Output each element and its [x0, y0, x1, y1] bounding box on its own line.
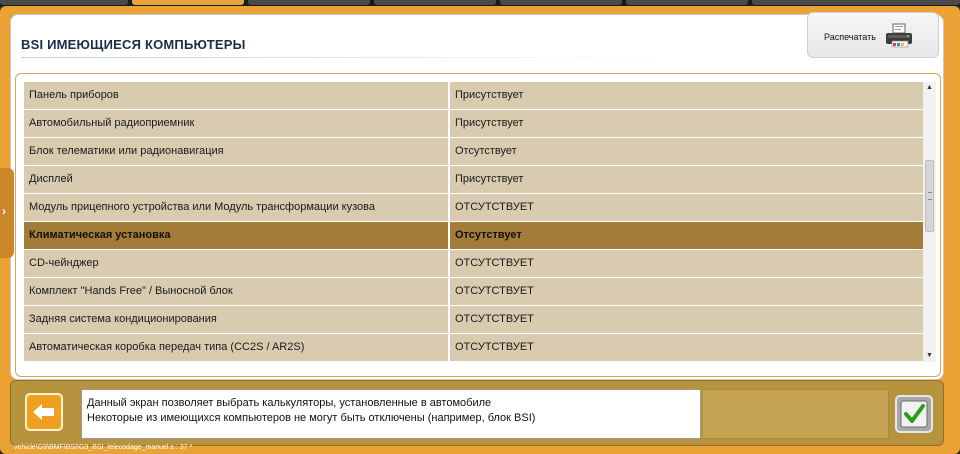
computer-status-cell: ОТСУТСТВУЕТ	[450, 194, 923, 221]
bottom-strip	[703, 389, 889, 439]
computer-status-cell: Присутствует	[450, 166, 923, 193]
table-row[interactable]: Панель приборов Присутствует	[24, 82, 923, 110]
computer-name-cell: Блок телематики или радионавигация	[24, 138, 450, 165]
side-panel-toggle[interactable]: ›	[0, 168, 14, 258]
computers-list: Панель приборов Присутствует Автомобильный…	[15, 73, 941, 377]
table-row[interactable]: Модуль прицепного устройства или Модуль …	[24, 194, 923, 222]
computer-name-cell: Панель приборов	[24, 82, 450, 109]
computer-status-cell: Отсутствует	[450, 222, 923, 249]
computer-status-cell: ОТСУТСТВУЕТ	[450, 250, 923, 277]
top-tab-active[interactable]	[132, 0, 244, 5]
computer-status-cell: ОТСУТСТВУЕТ	[450, 278, 923, 305]
computer-status-cell: ОТСУТСТВУЕТ	[450, 334, 923, 361]
info-line-2: Некоторые из имеющихся компьютеров не мо…	[87, 412, 536, 424]
top-tab[interactable]	[626, 0, 748, 5]
bottom-bar: Данный экран позволяет выбрать калькулят…	[10, 380, 944, 446]
top-tab[interactable]	[752, 0, 960, 5]
table-row[interactable]: CD-чейнджер ОТСУТСТВУЕТ	[24, 250, 923, 278]
computer-name-cell: Комплект "Hands Free" / Выносной блок	[24, 278, 450, 305]
ok-button[interactable]	[895, 395, 933, 433]
computer-status-cell: Присутствует	[450, 110, 923, 137]
computer-name-cell: Климатическая установка	[24, 222, 450, 249]
print-button-label: Распечатать	[824, 32, 876, 42]
back-button[interactable]	[25, 393, 63, 431]
computer-status-cell: Присутствует	[450, 82, 923, 109]
top-tab[interactable]	[374, 0, 496, 5]
computer-status-cell: Отсутствует	[450, 138, 923, 165]
title-underline	[21, 57, 681, 58]
computer-name-cell: Дисплей	[24, 166, 450, 193]
page-title: BSI ИМЕЮЩИЕСЯ КОМПЬЮТЕРЫ	[21, 37, 246, 52]
checkmark-icon	[900, 400, 928, 428]
table-row[interactable]: Дисплей Присутствует	[24, 166, 923, 194]
printer-icon	[886, 23, 912, 48]
content-panel: BSI ИМЕЮЩИЕСЯ КОМПЬЮТЕРЫ Распечатать Пан…	[10, 12, 944, 380]
computer-status-cell: ОТСУТСТВУЕТ	[450, 306, 923, 333]
scroll-up-icon[interactable]: ▲	[923, 82, 936, 94]
table-row[interactable]: Комплект "Hands Free" / Выносной блок ОТС…	[24, 278, 923, 306]
computer-name-cell: Модуль прицепного устройства или Модуль …	[24, 194, 450, 221]
table-row-selected[interactable]: Климатическая установка Отсутствует	[24, 222, 923, 250]
scroll-thumb[interactable]	[925, 160, 934, 232]
top-tab[interactable]	[0, 0, 128, 5]
table-row[interactable]: Задняя система кондиционирования ОТСУТСТВ…	[24, 306, 923, 334]
computers-rows: Панель приборов Присутствует Автомобильный…	[24, 82, 923, 362]
arrow-left-icon	[33, 404, 54, 420]
scroll-down-icon[interactable]: ▼	[923, 350, 936, 362]
computer-name-cell: Автомобильный радиоприемник	[24, 110, 450, 137]
thumb-grip-icon	[928, 192, 932, 200]
table-row[interactable]: Блок телематики или радионавигация Отсутс…	[24, 138, 923, 166]
info-message-box: Данный экран позволяет выбрать калькулят…	[81, 389, 701, 439]
main-frame: BSI ИМЕЮЩИЕСЯ КОМПЬЮТЕРЫ Распечатать Пан…	[0, 6, 960, 454]
info-line-1: Данный экран позволяет выбрать калькулят…	[87, 397, 492, 409]
chevron-right-icon: ›	[2, 204, 6, 218]
list-scrollbar[interactable]: ▲ ▼	[923, 82, 936, 362]
status-file-path: vehicle\G9\BMF\BSI\G9_BSI_telecodage_man…	[14, 444, 193, 451]
top-tab[interactable]	[248, 0, 370, 5]
computer-name-cell: CD-чейнджер	[24, 250, 450, 277]
top-tab[interactable]	[500, 0, 622, 5]
computer-name-cell: Автоматическая коробка передач типа (CC2…	[24, 334, 450, 361]
panel-header: BSI ИМЕЮЩИЕСЯ КОМПЬЮТЕРЫ Распечатать	[11, 12, 943, 63]
table-row[interactable]: Автомобильный радиоприемник Присутствует	[24, 110, 923, 138]
table-row[interactable]: Автоматическая коробка передач типа (CC2…	[24, 334, 923, 362]
computer-name-cell: Задняя система кондиционирования	[24, 306, 450, 333]
print-button[interactable]: Распечатать	[807, 12, 939, 58]
